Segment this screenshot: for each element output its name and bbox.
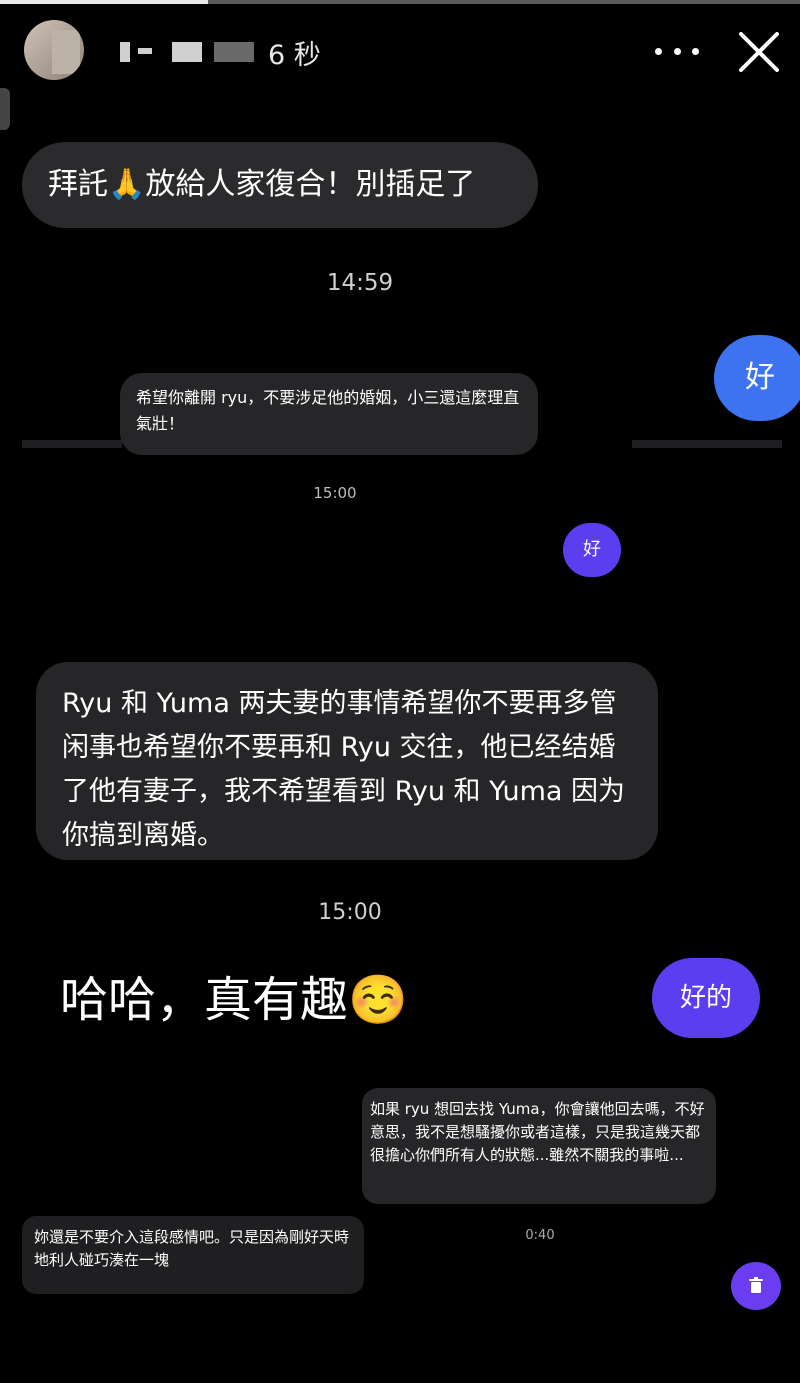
- avatar[interactable]: [24, 20, 84, 80]
- message-bubble-2: 希望你離開 ryu，不要涉足他的婚姻，小三還這麼理直氣壯！: [120, 373, 538, 455]
- timestamp-4: 0:40: [525, 1228, 555, 1243]
- screenshot-edge: [632, 440, 782, 448]
- reply-bubble-purple-large: 好的: [652, 958, 760, 1038]
- timestamp-2: 15:00: [313, 484, 357, 502]
- story-caption: 哈哈，真有趣☺️: [60, 972, 408, 1028]
- message-bubble-3: Ryu 和 Yuma 两夫妻的事情希望你不要再多管闲事也希望你不要再和 Ryu …: [36, 662, 658, 860]
- left-edge-handle: [0, 88, 10, 130]
- timestamp-3: 15:00: [318, 900, 382, 925]
- message-bubble-4: 如果 ryu 想回去找 Yuma，你會讓他回去嗎，不好意思，我不是想騷擾你或者這…: [362, 1088, 716, 1204]
- screenshot-edge: [22, 440, 122, 448]
- timestamp-1: 14:59: [326, 270, 394, 296]
- more-horizontal-icon[interactable]: [655, 36, 699, 66]
- reply-bubble-blue: 好: [714, 335, 800, 421]
- story-progress-fill: [0, 0, 208, 4]
- reply-bubble-purple-small: 好: [563, 523, 621, 577]
- message-bubble-1: 拜託🙏放給人家復合！別插足了: [22, 142, 538, 228]
- story-timestamp: 6 秒: [268, 40, 321, 71]
- trash-icon[interactable]: [731, 1262, 781, 1310]
- username-redacted[interactable]: [120, 42, 260, 64]
- close-icon[interactable]: [735, 28, 783, 76]
- message-bubble-5: 妳還是不要介入這段感情吧。只是因為剛好天時地利人碰巧湊在一塊: [22, 1216, 364, 1294]
